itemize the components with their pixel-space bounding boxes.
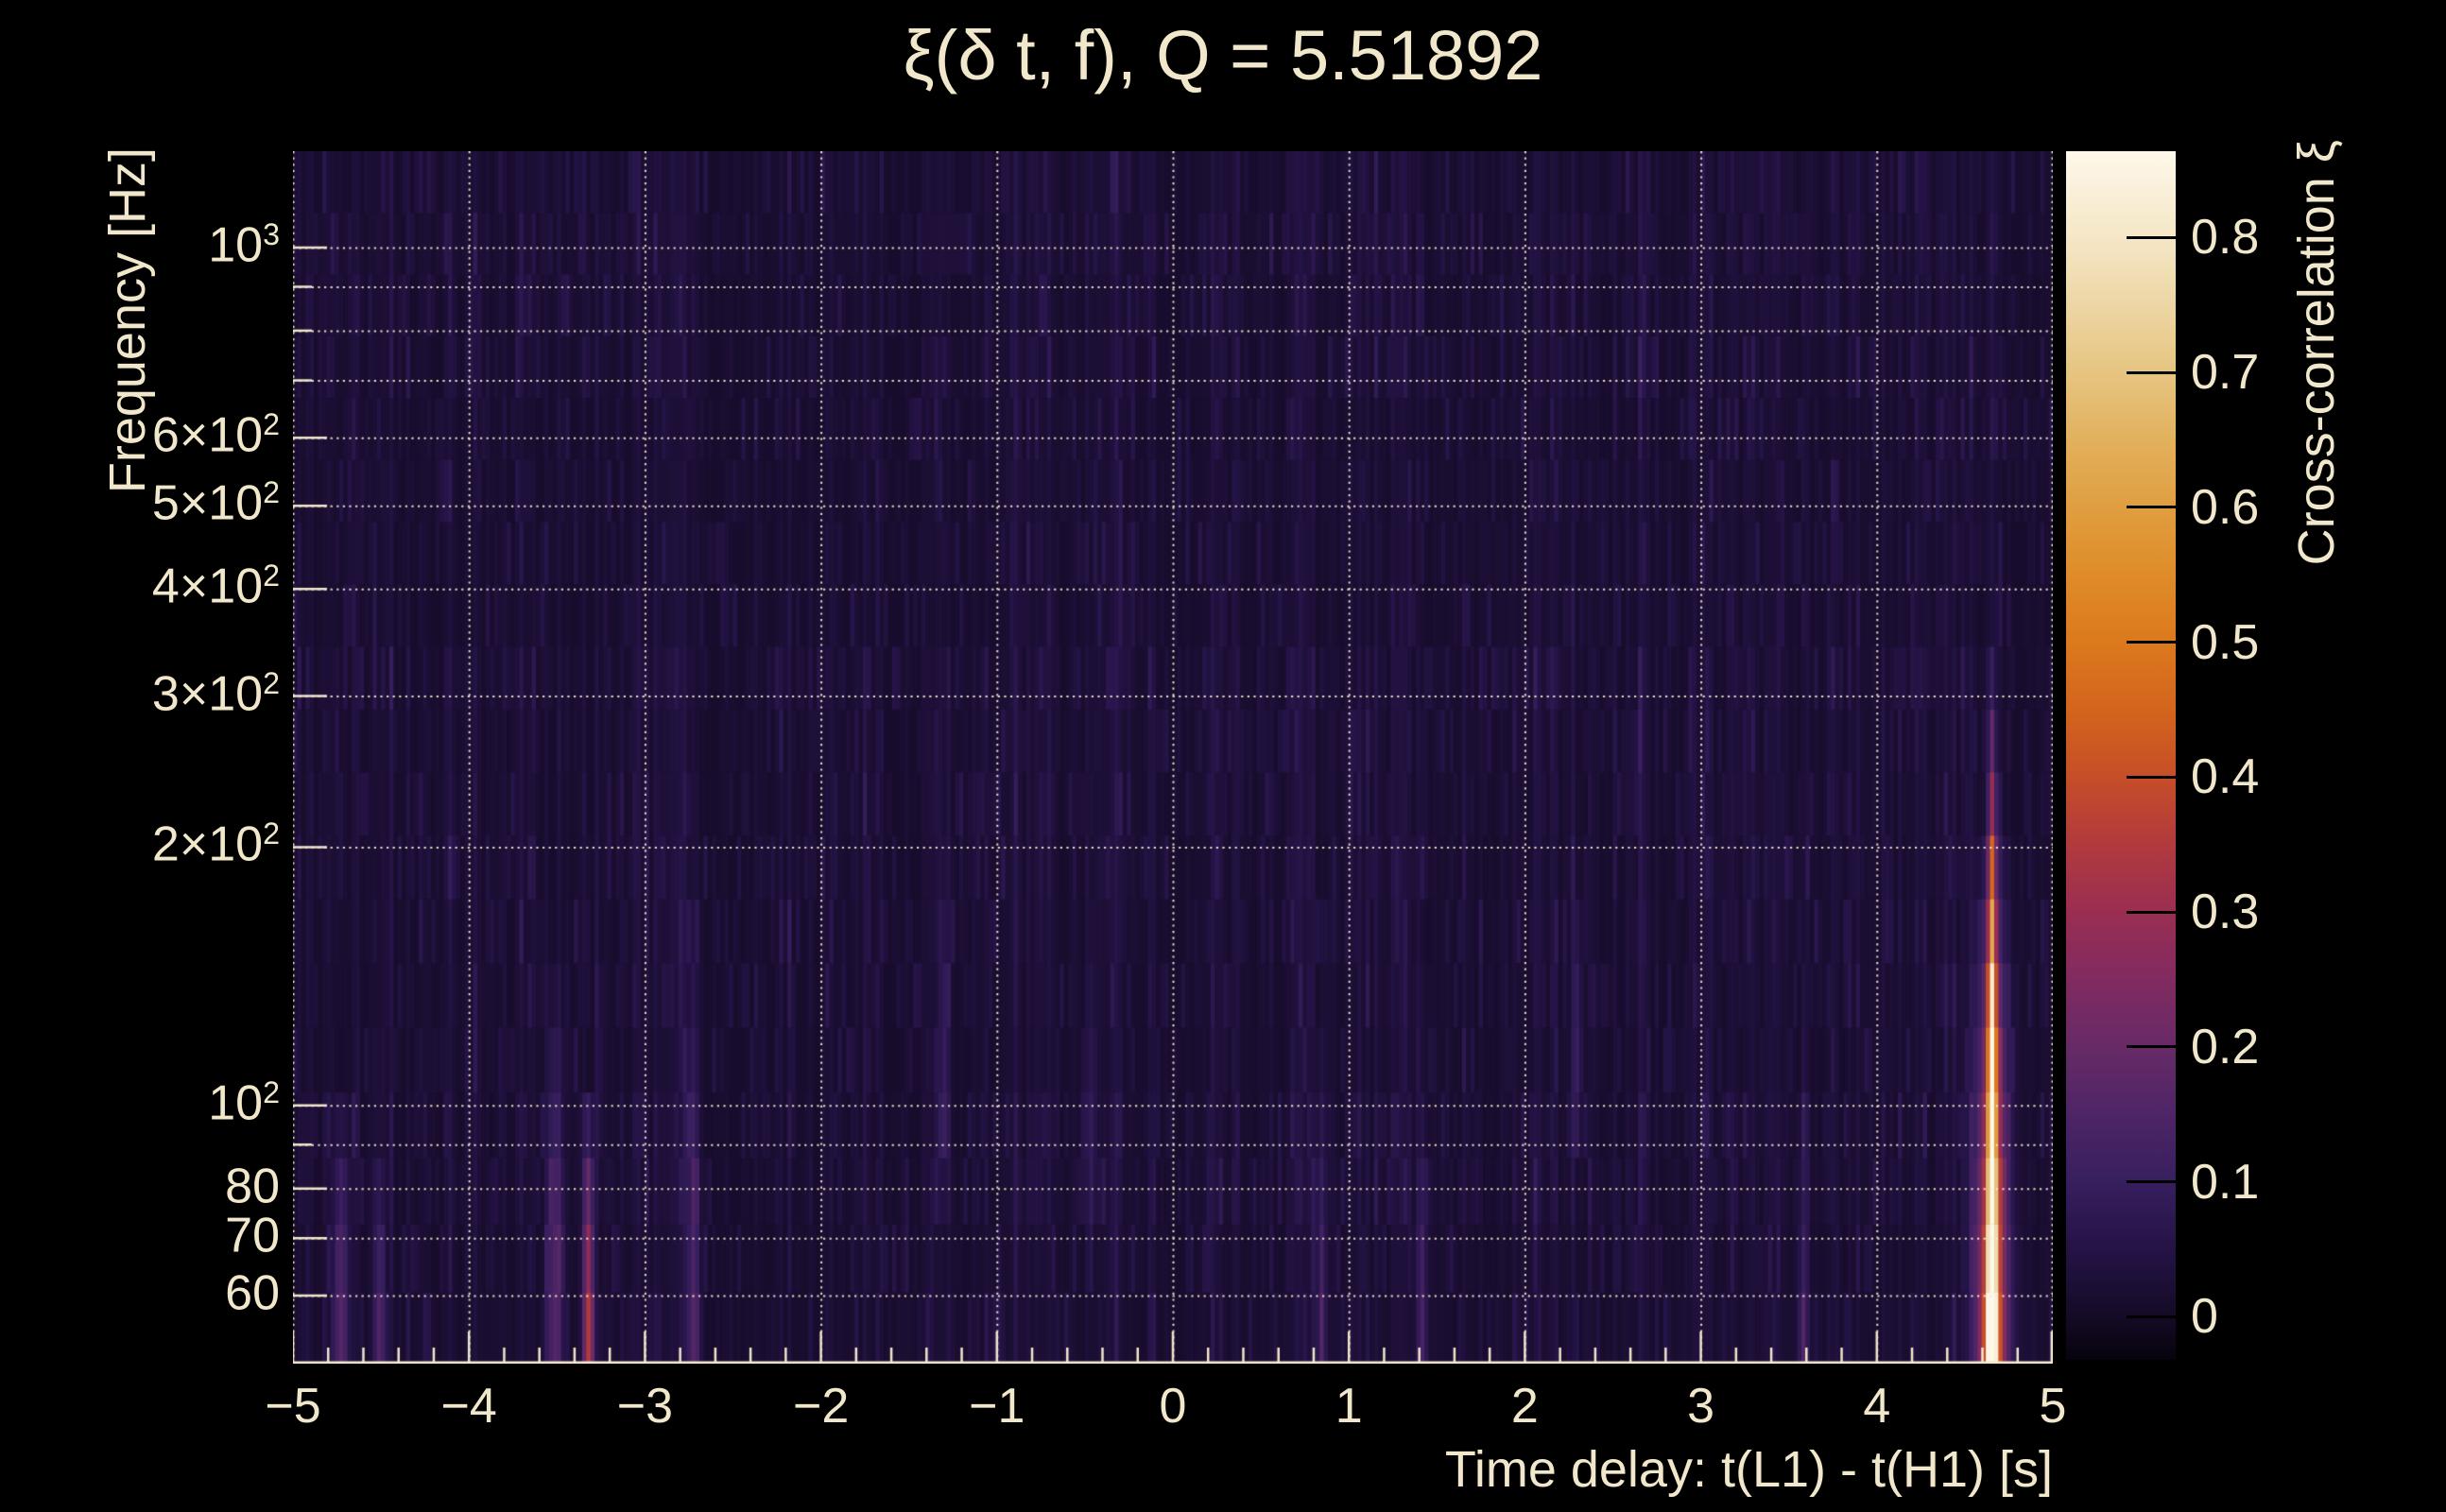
- x-tick-label: −4: [440, 1379, 497, 1434]
- y-tick-label-base: 80: [225, 1159, 280, 1214]
- colorbar-tick-label: 0.5: [2191, 614, 2260, 670]
- y-tick-label-base: 60: [225, 1265, 280, 1321]
- x-tick-label: 3: [1687, 1379, 1715, 1434]
- y-tick-label: 3×102: [0, 665, 280, 722]
- y-tick-label: 5×102: [0, 475, 280, 532]
- colorbar-tick-label: 0.8: [2191, 210, 2260, 266]
- y-tick-label-exponent: 2: [263, 407, 280, 442]
- colorbar-tick-label: 0.3: [2191, 885, 2260, 940]
- y-tick-label-exponent: 2: [263, 816, 280, 851]
- colorbar-tick-mark: [2127, 775, 2176, 779]
- y-tick-label-base: 70: [225, 1208, 280, 1263]
- colorbar-tick-label: 0.2: [2191, 1019, 2260, 1074]
- x-tick-label: −3: [616, 1379, 674, 1434]
- y-tick-label: 70: [0, 1208, 280, 1264]
- x-tick-label: 0: [1159, 1379, 1187, 1434]
- x-tick-label: 4: [1863, 1379, 1891, 1434]
- y-tick-label-exponent: 2: [263, 1074, 280, 1109]
- colorbar-gradient: [2066, 151, 2176, 1360]
- colorbar-tick-label: 0.7: [2191, 345, 2260, 401]
- y-tick-label-exponent: 2: [263, 665, 280, 700]
- y-tick-label-base: 6×10: [151, 407, 264, 463]
- y-tick-label-base: 10: [208, 217, 264, 273]
- y-tick-label: 103: [0, 217, 280, 274]
- x-tick-label: −5: [265, 1379, 321, 1434]
- x-tick-label: 2: [1510, 1379, 1539, 1434]
- colorbar-tick-label: 0.1: [2191, 1154, 2260, 1210]
- heatmap-canvas: [293, 151, 2053, 1364]
- x-tick-label: −2: [792, 1379, 850, 1434]
- colorbar-tick-mark: [2127, 1045, 2176, 1049]
- plot-title: ξ(δ t, f), Q = 5.51892: [903, 16, 1543, 94]
- root-canvas: ξ(δ t, f), Q = 5.51892 Frequency [Hz] 10…: [0, 0, 2446, 1512]
- colorbar-tick-mark: [2127, 235, 2176, 239]
- x-tick-label: −1: [969, 1379, 1025, 1434]
- y-tick-label-base: 10: [208, 1075, 264, 1131]
- y-tick-label-exponent: 2: [263, 475, 280, 510]
- colorbar-tick-mark: [2127, 370, 2176, 374]
- y-tick-label-base: 4×10: [151, 558, 264, 614]
- colorbar-tick-mark: [2127, 1180, 2176, 1184]
- colorbar-tick-label: 0: [2191, 1289, 2218, 1345]
- colorbar-title: Cross-correlation ξ: [2288, 140, 2345, 566]
- colorbar-tick-label: 0.6: [2191, 479, 2260, 535]
- y-tick-label-exponent: 3: [263, 216, 280, 251]
- y-tick-label: 80: [0, 1158, 280, 1214]
- y-tick-label-base: 3×10: [151, 666, 264, 722]
- x-tick-label: 5: [2039, 1379, 2067, 1434]
- colorbar-tick-mark: [2127, 910, 2176, 914]
- colorbar-tick-label: 0.4: [2191, 749, 2260, 805]
- y-tick-label: 102: [0, 1074, 280, 1131]
- y-tick-label: 4×102: [0, 558, 280, 615]
- y-tick-label: 6×102: [0, 407, 280, 464]
- y-tick-label: 2×102: [0, 816, 280, 873]
- y-tick-label-base: 5×10: [151, 475, 264, 531]
- colorbar-tick-mark: [2127, 641, 2176, 644]
- y-tick-label-base: 2×10: [151, 817, 264, 873]
- y-tick-label: 60: [0, 1265, 280, 1322]
- x-tick-label: 1: [1335, 1379, 1363, 1434]
- y-tick-label-exponent: 2: [263, 558, 280, 593]
- colorbar-tick-mark: [2127, 1314, 2176, 1318]
- x-axis-title: Time delay: t(L1) - t(H1) [s]: [1444, 1441, 2053, 1498]
- colorbar-tick-mark: [2127, 506, 2176, 509]
